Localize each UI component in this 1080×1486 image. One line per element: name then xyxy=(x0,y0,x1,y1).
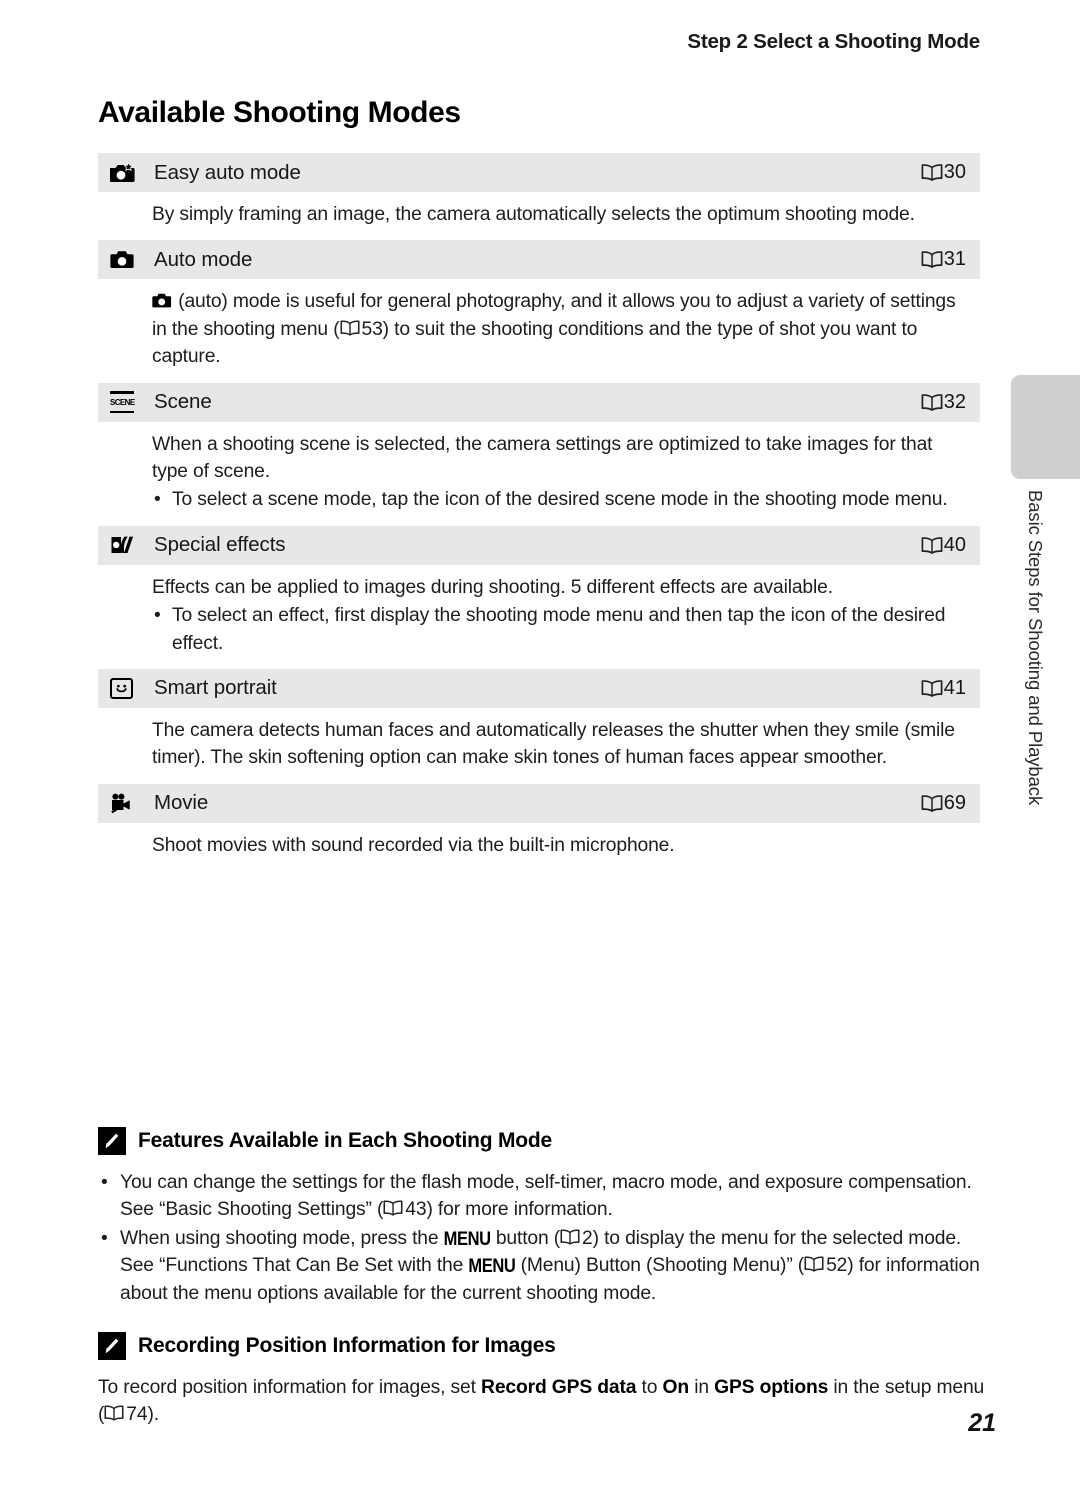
setting-value-on: On xyxy=(662,1377,690,1398)
bullet-marker: • xyxy=(101,1172,108,1193)
bullet-marker: • xyxy=(154,489,161,511)
bullet-item: • To select an effect, first display the… xyxy=(152,602,964,657)
bullet-text: When using shooting mode, press the MENU… xyxy=(120,1225,988,1307)
mode-label: Auto mode xyxy=(154,247,253,271)
menu-button-label: MENU xyxy=(443,1228,491,1250)
smile-face-icon xyxy=(110,677,154,699)
setting-name-gps-options: GPS options xyxy=(714,1377,829,1398)
page-ref-number: 40 xyxy=(943,533,966,556)
table-row-body: Shoot movies with sound recorded via the… xyxy=(98,823,980,871)
mode-label: Smart portrait xyxy=(154,676,277,700)
mode-description: Effects can be applied to images during … xyxy=(152,576,833,598)
book-icon xyxy=(804,1256,826,1273)
table-row-header: SCENE Scene 32 xyxy=(98,382,980,422)
book-icon xyxy=(383,1200,405,1217)
note-part-10: ). xyxy=(147,1404,159,1426)
book-icon xyxy=(921,251,943,269)
bullet-text: To select an effect, first display the s… xyxy=(172,605,946,654)
page-reference: 41 xyxy=(921,677,966,700)
note-part-3: to xyxy=(636,1377,663,1398)
page-number: 21 xyxy=(968,1409,996,1437)
mode-description: By simply framing an image, the camera a… xyxy=(152,204,915,225)
camera-icon xyxy=(152,290,173,308)
table-row-body: (auto) mode is useful for general photog… xyxy=(98,279,980,382)
bullet-part-2: 43) for more information. xyxy=(405,1199,613,1221)
note-part-5: in xyxy=(689,1377,715,1398)
mode-description: When a shooting scene is selected, the c… xyxy=(152,433,933,482)
chapter-tab xyxy=(1011,375,1080,479)
mode-label: Movie xyxy=(154,791,209,815)
bullet-part-1: When using shooting mode, press the xyxy=(120,1227,444,1249)
special-effects-icon xyxy=(110,534,154,556)
page-reference: 31 xyxy=(921,248,966,271)
bullet-marker: • xyxy=(154,605,161,627)
book-icon xyxy=(340,320,362,337)
bullet-part-4: 2 xyxy=(582,1227,593,1249)
book-icon xyxy=(921,393,943,411)
bullet-text: You can change the settings for the flas… xyxy=(120,1169,988,1224)
mode-description: (auto) mode is useful for general photog… xyxy=(152,288,964,370)
page-title: Available Shooting Modes xyxy=(98,96,461,129)
bullet-part-7: (Menu) Button (Shooting Menu)” ( xyxy=(515,1255,805,1277)
book-icon xyxy=(921,680,943,697)
table-row-header: Smart portrait 41 xyxy=(98,668,980,708)
page-ref-number: 30 xyxy=(943,161,966,183)
pencil-note-icon xyxy=(98,1332,126,1360)
page-reference: 69 xyxy=(921,792,966,815)
camera-sparkle-icon xyxy=(109,161,154,183)
book-icon xyxy=(104,1405,126,1422)
bullet-text: To select a scene mode, tap the icon of … xyxy=(172,489,948,511)
shooting-modes-table: Easy auto mode 30 By simply framing an i… xyxy=(98,153,980,871)
note-part-9: 74 xyxy=(126,1404,148,1426)
note-section-features: Features Available in Each Shooting Mode… xyxy=(98,1127,988,1308)
note-title: Features Available in Each Shooting Mode xyxy=(138,1129,553,1152)
page-reference: 40 xyxy=(921,534,966,557)
page-reference: 30 xyxy=(921,161,966,184)
bullet-marker: • xyxy=(101,1227,108,1249)
movie-camera-icon xyxy=(110,792,154,814)
page-ref-number: 31 xyxy=(943,248,966,271)
book-icon xyxy=(560,1229,582,1246)
table-row-body: When a shooting scene is selected, the c… xyxy=(98,422,980,526)
table-row-body: The camera detects human faces and autom… xyxy=(98,708,980,784)
menu-button-label: MENU xyxy=(468,1255,516,1277)
mode-label: Scene xyxy=(154,390,212,414)
bullet-item: • When using shooting mode, press the ME… xyxy=(98,1225,988,1307)
table-row-header: Special effects 40 xyxy=(98,525,980,565)
table-row-header: Auto mode 31 xyxy=(98,240,980,280)
mode-label: Special effects xyxy=(154,533,286,557)
running-header: Step 2 Select a Shooting Mode xyxy=(687,30,980,53)
pencil-note-icon xyxy=(98,1127,126,1155)
note-title: Recording Position Information for Image… xyxy=(138,1334,556,1357)
scene-icon: SCENE xyxy=(110,391,154,414)
note-title-row: Recording Position Information for Image… xyxy=(98,1332,988,1360)
table-row-header: Movie 69 xyxy=(98,783,980,823)
bullet-item: • You can change the settings for the fl… xyxy=(98,1169,988,1224)
note-part-1: To record position information for image… xyxy=(98,1377,482,1398)
note-section-gps: Recording Position Information for Image… xyxy=(98,1332,988,1429)
table-row-header: Easy auto mode 30 xyxy=(98,153,980,192)
table-row-body: By simply framing an image, the camera a… xyxy=(98,192,980,240)
camera-icon xyxy=(110,249,154,270)
mode-description: The camera detects human faces and autom… xyxy=(152,719,955,769)
page-ref-number: 32 xyxy=(943,390,966,413)
setting-name-record-gps-data: Record GPS data xyxy=(481,1377,637,1398)
page-reference: 32 xyxy=(921,391,966,414)
book-icon xyxy=(921,536,943,554)
note-body: • You can change the settings for the fl… xyxy=(98,1169,988,1307)
page-ref-number: 69 xyxy=(943,791,966,814)
chapter-tab-label: Basic Steps for Shooting and Playback xyxy=(1025,490,1046,806)
page-ref-number: 41 xyxy=(943,676,966,699)
note-body: To record position information for image… xyxy=(98,1374,988,1429)
mode-description: Shoot movies with sound recorded via the… xyxy=(152,834,675,856)
mode-label: Easy auto mode xyxy=(154,160,301,184)
book-icon xyxy=(921,164,943,181)
table-row-body: Effects can be applied to images during … xyxy=(98,565,980,669)
bullet-part-3: button ( xyxy=(490,1227,561,1249)
book-icon xyxy=(921,794,943,812)
note-title-row: Features Available in Each Shooting Mode xyxy=(98,1127,988,1155)
bullet-item: • To select a scene mode, tap the icon o… xyxy=(152,486,964,513)
bullet-part-8: 52 xyxy=(826,1255,848,1277)
